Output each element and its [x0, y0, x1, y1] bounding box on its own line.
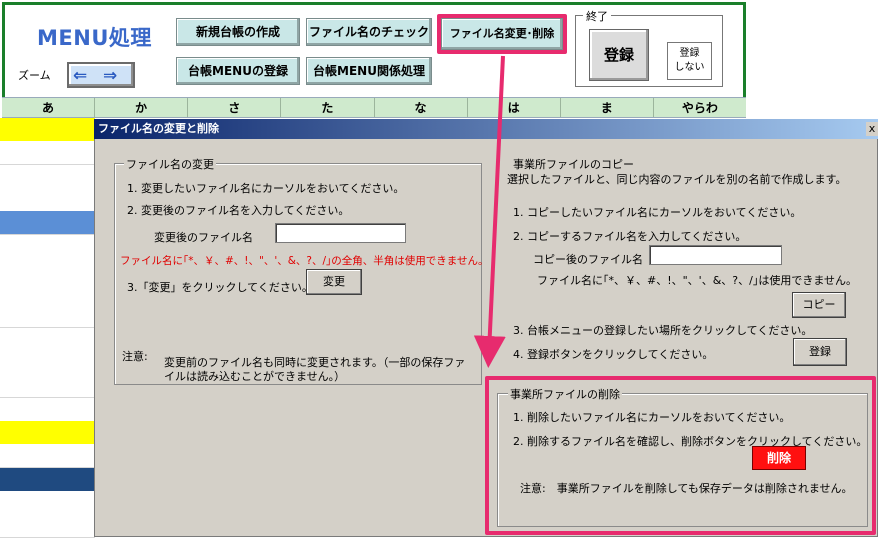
list-item[interactable] — [0, 187, 95, 212]
list-item[interactable] — [0, 327, 95, 352]
after-copy-label: コピー後のファイル名 — [533, 253, 643, 266]
list-item[interactable] — [0, 141, 95, 166]
rename-button-highlight — [437, 14, 567, 54]
ledger-menu-register-button[interactable]: 台帳MENUの登録 — [176, 57, 300, 85]
list-item[interactable] — [0, 118, 95, 142]
index-tab-row: あ か さ た な は ま やらわ — [2, 97, 746, 118]
ledger-list — [0, 118, 95, 538]
list-item[interactable] — [0, 234, 95, 259]
list-item[interactable] — [0, 514, 95, 538]
new-name-label: 変更後のファイル名 — [154, 231, 253, 244]
tab-sa[interactable]: さ — [188, 98, 282, 117]
no-register-label-2: しない — [674, 62, 705, 73]
copy-button[interactable]: コピー — [792, 292, 846, 318]
rename-warning: ファイル名に｢*、￥、#、!、"、'、&、?、/｣の全角、半角は使用できません。 — [120, 255, 489, 267]
rename-note-line2: イルは読み込むことができません。） — [164, 370, 346, 383]
tab-ka[interactable]: か — [95, 98, 189, 117]
list-item[interactable] — [0, 164, 95, 189]
copy-step4: 4. 登録ボタンをクリックしてください。 — [513, 348, 714, 361]
copy-group-legend: 事業所ファイルのコピー — [511, 156, 636, 172]
filename-check-button[interactable]: ファイル名のチェック — [306, 18, 432, 46]
tab-ta[interactable]: た — [281, 98, 375, 117]
arrow-left-icon[interactable]: ⇐ — [73, 66, 87, 86]
list-item[interactable] — [0, 304, 95, 329]
list-item[interactable] — [0, 257, 95, 282]
list-item[interactable] — [0, 420, 95, 445]
list-item[interactable] — [0, 281, 95, 306]
arrow-right-icon[interactable]: ⇒ — [103, 66, 117, 86]
rename-step1: 1. 変更したいファイル名にカーソルをおいてください。 — [127, 182, 405, 195]
list-item[interactable] — [0, 444, 95, 469]
delete-section-highlight — [485, 376, 876, 535]
copy-warning: ファイル名に｢*、￥、#、!、"、'、&、?、/｣は使用できません。 — [537, 274, 858, 287]
zoom-control[interactable]: ⇐ ⇒ — [67, 62, 135, 88]
rename-step3: 3.「変更」をクリックしてください。 — [127, 281, 313, 294]
end-group-legend: 終了 — [583, 8, 611, 24]
no-register-label-1: 登録 — [679, 48, 700, 59]
tab-a[interactable]: あ — [2, 98, 96, 117]
new-ledger-button[interactable]: 新規台帳の作成 — [176, 18, 300, 46]
rename-step2: 2. 変更後のファイル名を入力してください。 — [127, 204, 350, 217]
ledger-menu-related-button[interactable]: 台帳MENU関係処理 — [306, 57, 432, 85]
list-item[interactable] — [0, 397, 95, 422]
menu-title: MENU処理 — [37, 26, 152, 50]
no-register-button[interactable]: 登録 しない — [667, 42, 712, 80]
tab-ha[interactable]: は — [468, 98, 561, 117]
zoom-label: ズーム — [18, 69, 51, 82]
list-item[interactable] — [0, 211, 95, 236]
list-item[interactable] — [0, 467, 95, 492]
copy-description: 選択したファイルと、同じ内容のファイルを別の名前で作成します。 — [507, 173, 847, 186]
rename-note-label: 注意: — [122, 350, 148, 363]
close-icon[interactable]: x — [866, 122, 878, 136]
list-item[interactable] — [0, 490, 95, 515]
copy-step3: 3. 台帳メニューの登録したい場所をクリックしてください。 — [513, 324, 813, 337]
change-button[interactable]: 変更 — [306, 269, 362, 295]
tab-ma[interactable]: ま — [561, 98, 654, 117]
list-item[interactable] — [0, 374, 95, 399]
list-item[interactable] — [0, 351, 95, 375]
rename-group — [114, 163, 482, 385]
tab-na[interactable]: な — [375, 98, 468, 117]
dialog-title: ファイル名の変更と削除 — [94, 119, 878, 139]
new-name-input[interactable] — [275, 223, 406, 243]
rename-group-legend: ファイル名の変更 — [124, 156, 216, 172]
after-copy-input[interactable] — [649, 245, 782, 265]
copy-step2: 2. コピーするファイル名を入力してください。 — [513, 230, 747, 243]
copy-step1: 1. コピーしたいファイル名にカーソルをおいてください。 — [513, 206, 802, 219]
register-button[interactable]: 登録 — [589, 29, 649, 81]
tab-yarawa[interactable]: やらわ — [654, 98, 746, 117]
copy-register-button[interactable]: 登録 — [793, 338, 847, 366]
